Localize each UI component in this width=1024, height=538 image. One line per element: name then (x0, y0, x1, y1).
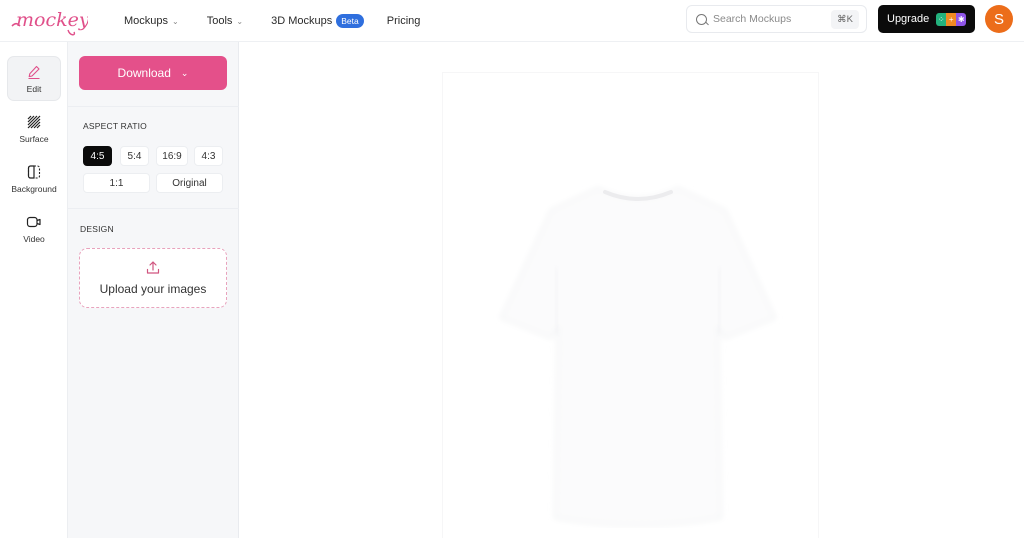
upgrade-button[interactable]: Upgrade ⁘ + ✱ (878, 5, 975, 33)
beta-badge: Beta (336, 14, 364, 28)
sparkle-icon: ⁘ (936, 12, 947, 26)
rail-item-label: Edit (26, 83, 42, 94)
upgrade-label: Upgrade (887, 13, 930, 25)
nav-tools-label: Tools (206, 15, 233, 27)
nav-mockups-label: Mockups (124, 15, 169, 27)
search-icon (696, 13, 707, 25)
upload-icon (146, 261, 160, 274)
rail-item-edit[interactable]: Edit (7, 56, 61, 101)
nav-3d-mockups[interactable]: 3D Mockups Beta (271, 14, 364, 28)
ratio-4-5[interactable]: 4:5 (83, 146, 112, 166)
texture-icon (27, 115, 41, 128)
pencil-icon (28, 65, 40, 79)
avatar[interactable]: S (985, 5, 1013, 33)
nav-mockups[interactable]: Mockups ⌄ (124, 15, 179, 27)
divider (68, 208, 239, 209)
chevron-down-icon: ⌄ (172, 16, 179, 26)
nav-3d-mockups-label: 3D Mockups (271, 15, 333, 27)
ratio-16-9[interactable]: 16:9 (156, 146, 188, 166)
ratio-4-3[interactable]: 4:3 (194, 146, 223, 166)
upgrade-badges: ⁘ + ✱ (936, 12, 967, 26)
nav-pricing[interactable]: Pricing (387, 15, 421, 27)
rail-item-video[interactable]: Video (7, 206, 61, 251)
rail-item-label: Video (23, 233, 45, 244)
star-icon: ✱ (956, 12, 967, 26)
rail-item-label: Background (11, 183, 57, 194)
logo-wordmark-icon: mockey (11, 9, 90, 36)
main-nav: Mockups ⌄ Tools ⌄ 3D Mockups Beta Pricin… (124, 0, 420, 42)
top-bar: mockey Mockups ⌄ Tools ⌄ 3D Mockups Beta… (0, 0, 1024, 42)
aspect-ratio-heading: ASPECT RATIO (83, 121, 147, 131)
ratio-5-4[interactable]: 5:4 (120, 146, 149, 166)
edit-panel: Download ⌄ ASPECT RATIO 4:5 5:4 16:9 4:3… (68, 42, 239, 538)
download-label: Download (117, 66, 171, 80)
ratio-original[interactable]: Original (156, 173, 223, 193)
mockup-artboard[interactable] (442, 72, 819, 538)
design-heading: DESIGN (80, 224, 114, 234)
keyboard-shortcut: ⌘K (831, 10, 859, 29)
chevron-down-icon: ⌄ (236, 16, 244, 26)
background-icon (27, 164, 41, 179)
nav-tools[interactable]: Tools ⌄ (207, 15, 243, 27)
divider (68, 106, 239, 107)
upload-label: Upload your images (99, 282, 207, 296)
upload-images-button[interactable]: Upload your images (79, 248, 227, 308)
tool-rail: Edit Surface Background Video (0, 42, 68, 538)
search-input[interactable] (713, 13, 823, 25)
search-box[interactable]: ⌘K (686, 5, 867, 33)
rail-item-surface[interactable]: Surface (7, 106, 61, 151)
canvas-area (240, 42, 1024, 538)
download-button[interactable]: Download ⌄ (79, 56, 227, 90)
nav-pricing-label: Pricing (386, 15, 421, 27)
plus-icon: + (946, 12, 957, 26)
chevron-down-icon: ⌄ (180, 67, 189, 78)
mockey-logo[interactable]: mockey (10, 4, 90, 38)
video-icon (26, 216, 41, 227)
tshirt-mockup-image (499, 186, 777, 527)
svg-text:mockey: mockey (16, 9, 88, 31)
ratio-1-1[interactable]: 1:1 (83, 173, 150, 193)
rail-item-background[interactable]: Background (7, 156, 61, 201)
rail-item-label: Surface (19, 133, 49, 144)
